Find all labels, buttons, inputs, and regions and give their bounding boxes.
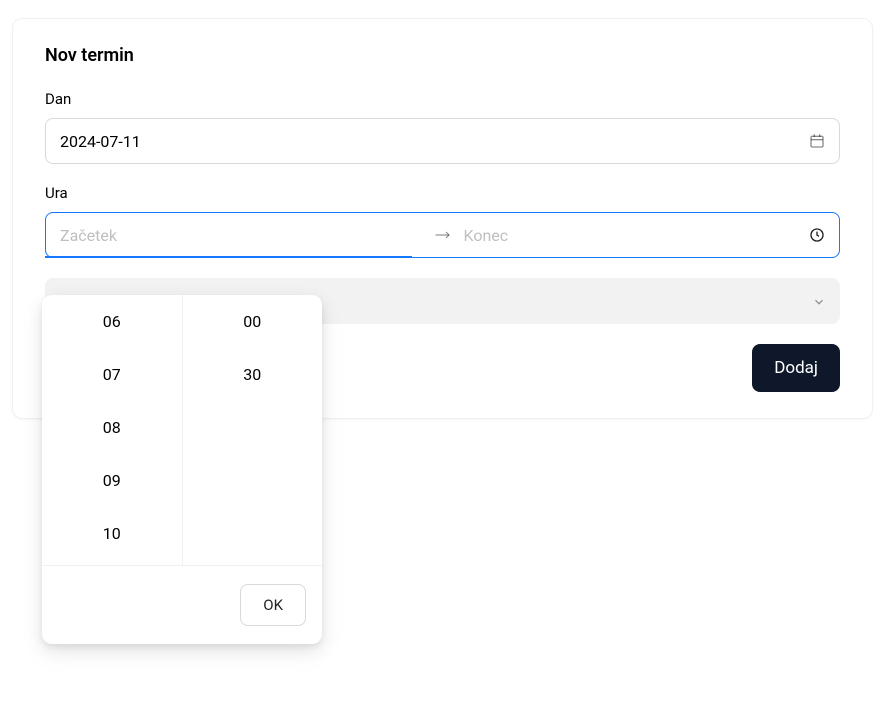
time-start-half	[60, 213, 422, 257]
time-end-half	[464, 213, 826, 257]
time-columns: 0607080910 0030	[42, 295, 322, 565]
time-picker-popover: 0607080910 0030 OK	[42, 295, 322, 644]
hour-option[interactable]: 06	[42, 295, 182, 348]
active-underline	[45, 256, 412, 258]
chevron-down-icon	[812, 294, 826, 308]
minute-option[interactable]: 00	[183, 295, 323, 348]
add-button[interactable]: Dodaj	[752, 344, 840, 392]
date-input[interactable]	[60, 119, 825, 163]
minute-option[interactable]: 30	[183, 348, 323, 401]
date-input-wrapper[interactable]	[45, 118, 840, 164]
time-start-input[interactable]	[60, 213, 422, 257]
time-label: Ura	[45, 184, 840, 202]
date-label: Dan	[45, 90, 840, 108]
hours-column[interactable]: 0607080910	[42, 295, 182, 565]
hour-option[interactable]: 09	[42, 454, 182, 507]
date-field: Dan	[45, 90, 840, 164]
hour-option[interactable]: 10	[42, 507, 182, 560]
time-range-input[interactable]	[45, 212, 840, 258]
card-title: Nov termin	[45, 45, 840, 66]
time-end-input[interactable]	[464, 213, 826, 257]
hour-option[interactable]: 08	[42, 401, 182, 454]
clock-icon	[809, 227, 825, 243]
time-field: Ura	[45, 184, 840, 258]
arrow-right-icon	[434, 230, 452, 240]
hour-option[interactable]: 07	[42, 348, 182, 401]
calendar-icon	[809, 133, 825, 149]
ok-button[interactable]: OK	[240, 584, 306, 626]
time-picker-footer: OK	[42, 565, 322, 644]
minutes-column[interactable]: 0030	[182, 295, 323, 565]
